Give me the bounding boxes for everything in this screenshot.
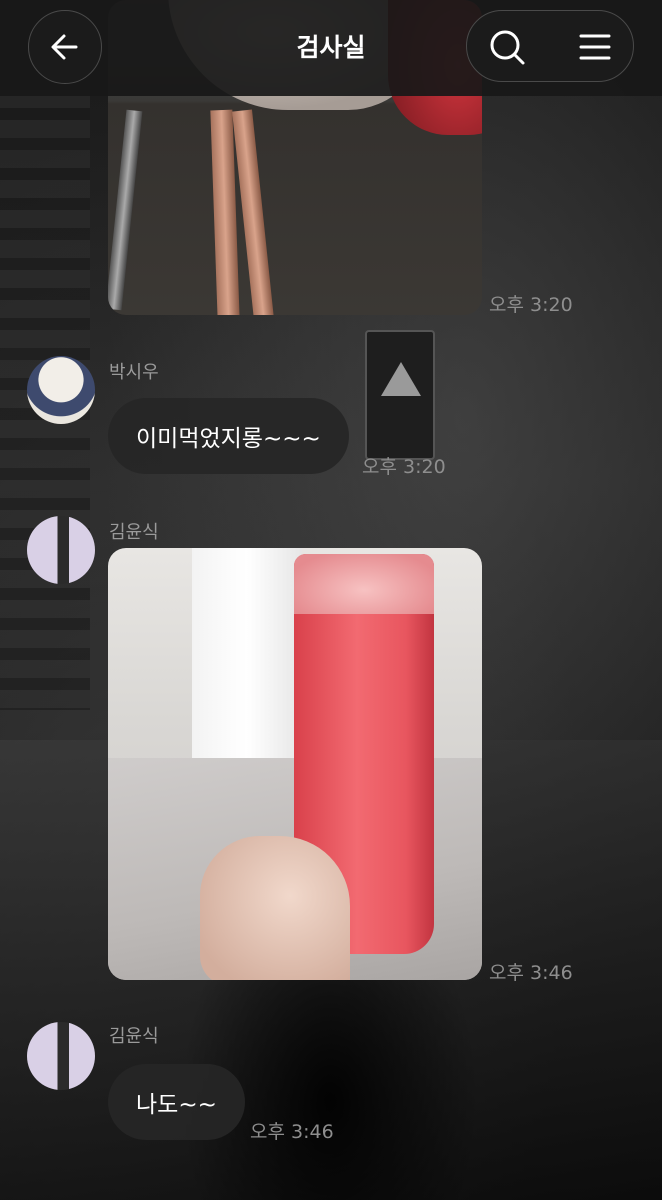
avatar[interactable] [27, 516, 95, 584]
photo-metal-rod [108, 109, 143, 311]
search-icon [490, 30, 525, 65]
menu-button[interactable] [573, 25, 617, 69]
sender-name: 김윤식 [109, 522, 159, 543]
message-time: 오후 3:46 [489, 962, 573, 984]
avatar[interactable] [27, 356, 95, 424]
message-bubble[interactable]: 나도~~ [108, 1064, 245, 1140]
search-button[interactable] [485, 25, 529, 69]
photo-bottle-foam [294, 554, 434, 614]
sender-name: 김윤식 [109, 1026, 159, 1047]
message-bubble[interactable]: 이미먹었지롱~~~ [108, 398, 349, 474]
photo-machine [192, 548, 302, 778]
avatar[interactable] [27, 1022, 95, 1090]
hamburger-menu-icon [579, 34, 611, 60]
message-time: 오후 3:20 [489, 294, 573, 316]
message-time: 오후 3:46 [250, 1121, 334, 1143]
message-photo-2[interactable] [108, 548, 482, 980]
header-actions [466, 10, 634, 82]
photo-hand [200, 836, 350, 980]
sender-name: 박시우 [109, 362, 159, 383]
message-time: 오후 3:20 [362, 456, 446, 478]
chat-header: 검사실 [0, 0, 662, 96]
background-sign [365, 330, 435, 460]
